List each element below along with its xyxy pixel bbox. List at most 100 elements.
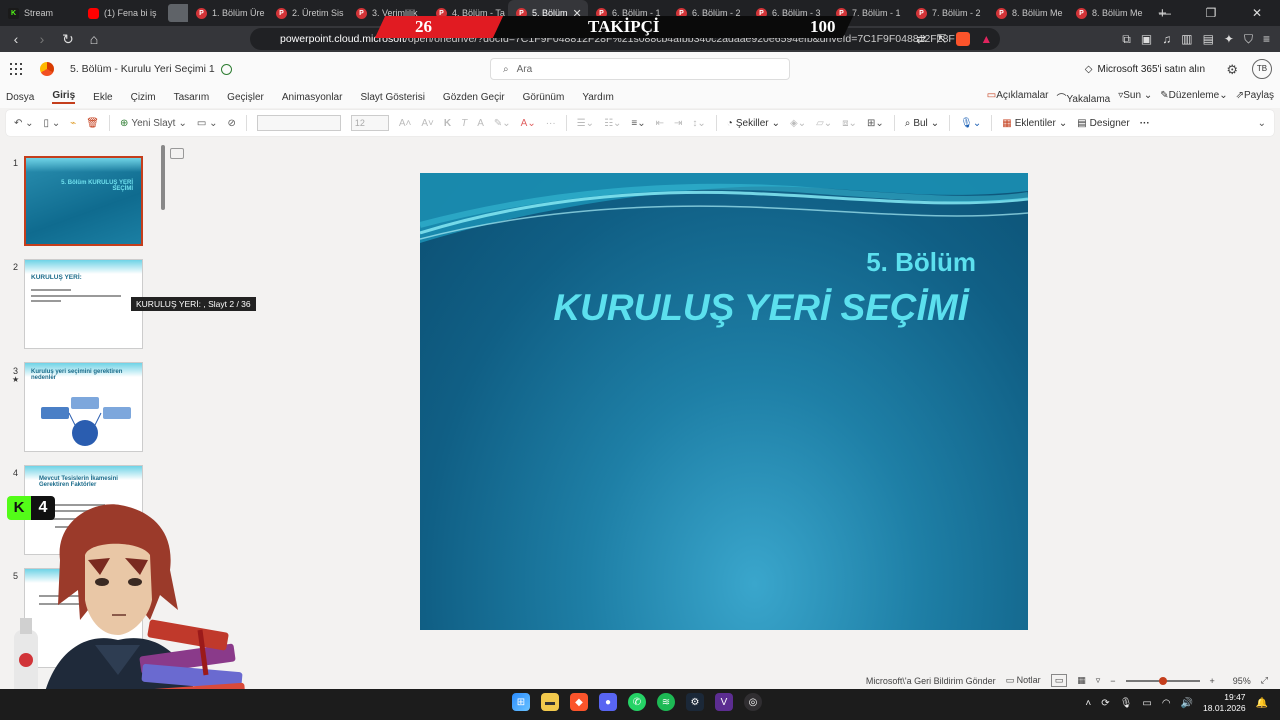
search-input[interactable]: ⌕ Ara	[490, 58, 790, 80]
forward-icon[interactable]: ›	[32, 31, 52, 47]
italic-icon[interactable]: T	[461, 118, 467, 129]
slide-title[interactable]: KURULUŞ YERİ SEÇİMİ	[553, 287, 968, 329]
browser-tab[interactable]: K Stream	[0, 0, 80, 26]
tab-yardim[interactable]: Yardım	[582, 92, 614, 103]
discord-icon[interactable]: ●	[599, 693, 617, 711]
collapse-pane-icon[interactable]	[170, 148, 184, 159]
tab-gorunum[interactable]: Görünüm	[523, 92, 565, 103]
designer-button[interactable]: ▤ Designer	[1077, 118, 1129, 129]
browser-tab[interactable]	[160, 0, 188, 26]
tab-gecisler[interactable]: Geçişler	[227, 92, 264, 103]
fill-icon[interactable]: ◈⌄	[790, 118, 806, 129]
outline-icon[interactable]: ▱⌄	[816, 118, 832, 129]
slide-subtitle[interactable]: 5. Bölüm	[866, 247, 976, 278]
slide-canvas[interactable]: 5. Bölüm KURULUŞ YERİ SEÇİMİ	[420, 173, 1028, 630]
indent-increase-icon[interactable]: ⇥	[674, 118, 682, 129]
wifi-icon[interactable]: ◠	[1162, 698, 1171, 709]
new-slide-button[interactable]: ⊕ Yeni Slayt ⌄	[120, 118, 187, 129]
font-size-field[interactable]: 12	[350, 115, 389, 131]
share-icon[interactable]: ⇱	[936, 32, 946, 46]
zoom-slider[interactable]	[1125, 676, 1200, 685]
extensions-icon[interactable]: ⧉	[1122, 32, 1131, 47]
paste-icon[interactable]: ▯ ⌄	[44, 118, 61, 129]
maximize-button[interactable]: ❐	[1188, 0, 1234, 26]
bullets-icon[interactable]: ☰⌄	[577, 118, 594, 129]
browser-tab[interactable]: P 8. Bölüm Me	[1068, 0, 1148, 26]
format-painter-icon[interactable]: ⌁	[70, 118, 76, 129]
brave-rewards-icon[interactable]: ▲	[980, 32, 992, 46]
numbering-icon[interactable]: ☷⌄	[604, 118, 621, 129]
zoom-slider-knob[interactable]	[1158, 676, 1167, 685]
browser-tab[interactable]: P 7. Bölüm - 2	[908, 0, 988, 26]
buy-m365-button[interactable]: ◇ Microsoft 365'i satın alın	[1085, 52, 1205, 86]
brave-browser-icon[interactable]: ◆	[570, 693, 588, 711]
fit-to-window-icon[interactable]: ⤢	[1261, 675, 1268, 686]
tab-giris[interactable]: Giriş	[52, 90, 76, 104]
browser-tab[interactable]: (1) Fena bi iş	[80, 0, 160, 26]
tray-chevron-icon[interactable]: ˄	[1085, 698, 1091, 709]
tab-dosya[interactable]: Dosya	[6, 92, 34, 103]
shrink-font-icon[interactable]: A˅	[421, 118, 434, 129]
app-launcher-icon[interactable]	[10, 63, 22, 75]
quick-styles-icon[interactable]: ⊞⌄	[867, 118, 884, 129]
screenshot-icon[interactable]: ▣	[1141, 32, 1152, 46]
align-icon[interactable]: ≡⌄	[631, 118, 645, 129]
thumbnail-scrollbar[interactable]	[161, 145, 165, 210]
slide-sorter-icon[interactable]: ▦	[1077, 675, 1086, 686]
sidebar-icon[interactable]: ▥	[1181, 32, 1192, 46]
font-name-field[interactable]	[256, 115, 341, 131]
browser-tab[interactable]: P 2. Üretim Sis	[268, 0, 348, 26]
avatar[interactable]: TB	[1252, 59, 1272, 79]
notification-bell-icon[interactable]: 🔔	[1256, 698, 1268, 709]
spotify-icon[interactable]: ≋	[657, 693, 675, 711]
zoom-out-icon[interactable]: −	[1110, 676, 1115, 686]
tab-cizim[interactable]: Çizim	[131, 92, 156, 103]
reload-icon[interactable]: ↻	[58, 31, 78, 48]
present-button[interactable]: ▿Sun ⌄	[1118, 90, 1152, 105]
normal-view-icon[interactable]: ▭	[1050, 674, 1068, 687]
slide-thumbnail-3[interactable]: Kuruluş yeri seçimini gerektiren nedenle…	[24, 362, 143, 452]
steam-icon[interactable]: ⚙	[686, 693, 704, 711]
more-options-icon[interactable]: ···	[1140, 118, 1150, 129]
collapse-ribbon-icon[interactable]: ⌄	[1258, 118, 1266, 129]
leo-icon[interactable]: ✦	[1224, 32, 1234, 46]
share-button[interactable]: ⇗Paylaş	[1236, 90, 1274, 105]
zoom-level[interactable]: 95%	[1233, 676, 1251, 686]
delete-icon[interactable]: 🗑	[86, 118, 99, 129]
browser-tab[interactable]: P 1. Bölüm Üre	[188, 0, 268, 26]
more-font-icon[interactable]: ···	[546, 118, 556, 129]
highlight-icon[interactable]: ✎⌄	[494, 118, 511, 129]
zoom-in-icon[interactable]: +	[1210, 676, 1215, 686]
obs-icon[interactable]: ◎	[744, 693, 762, 711]
indent-decrease-icon[interactable]: ⇤	[656, 118, 664, 129]
windows-start-icon[interactable]: ⊞	[512, 693, 530, 711]
tab-animasyonlar[interactable]: Animasyonlar	[282, 92, 343, 103]
hide-slide-icon[interactable]: ⊘	[227, 118, 235, 129]
shapes-button[interactable]: ◔ Şekiller ⌄	[727, 118, 780, 129]
slide-thumbnail-1[interactable]: 5. Bölüm KURULUŞ YERİ SEÇİMİ	[24, 156, 143, 246]
underline-icon[interactable]: A	[477, 118, 484, 129]
wallet-icon[interactable]: ▤	[1203, 32, 1214, 46]
home-icon[interactable]: ⌂	[84, 31, 104, 47]
volume-icon[interactable]: 🔊	[1181, 698, 1193, 709]
addins-button[interactable]: ▦ Eklentiler ⌄	[1002, 118, 1067, 129]
minimize-button[interactable]: —	[1142, 0, 1188, 26]
menu-icon[interactable]: ≡	[1263, 32, 1270, 46]
tab-tasarim[interactable]: Tasarım	[174, 92, 210, 103]
sync-icon[interactable]: ⟳	[1101, 698, 1109, 709]
brave-shield-icon[interactable]	[956, 32, 971, 46]
vpn-icon[interactable]: ⛉	[1244, 32, 1253, 47]
tab-gozden-gecir[interactable]: Gözden Geçir	[443, 92, 505, 103]
undo-icon[interactable]: ↶ ⌄	[14, 118, 34, 129]
clock[interactable]: 19:47 18.01.2026	[1203, 692, 1246, 714]
display-icon[interactable]: ▭	[1142, 698, 1151, 709]
comments-button[interactable]: ▭Açıklamalar	[987, 90, 1049, 105]
feedback-link[interactable]: Microsoft\'a Geri Bildirim Gönder	[866, 676, 996, 686]
visual-studio-icon[interactable]: V	[715, 693, 733, 711]
line-spacing-icon[interactable]: ↕⌄	[692, 118, 705, 129]
browser-tab[interactable]: P 8. Bölüm Me	[988, 0, 1068, 26]
grow-font-icon[interactable]: A˄	[399, 118, 412, 129]
tab-ekle[interactable]: Ekle	[93, 92, 112, 103]
notes-button[interactable]: ▭ Notlar	[1006, 675, 1041, 686]
slide-thumbnail-2[interactable]: KURULUŞ YERİ:	[24, 259, 143, 349]
